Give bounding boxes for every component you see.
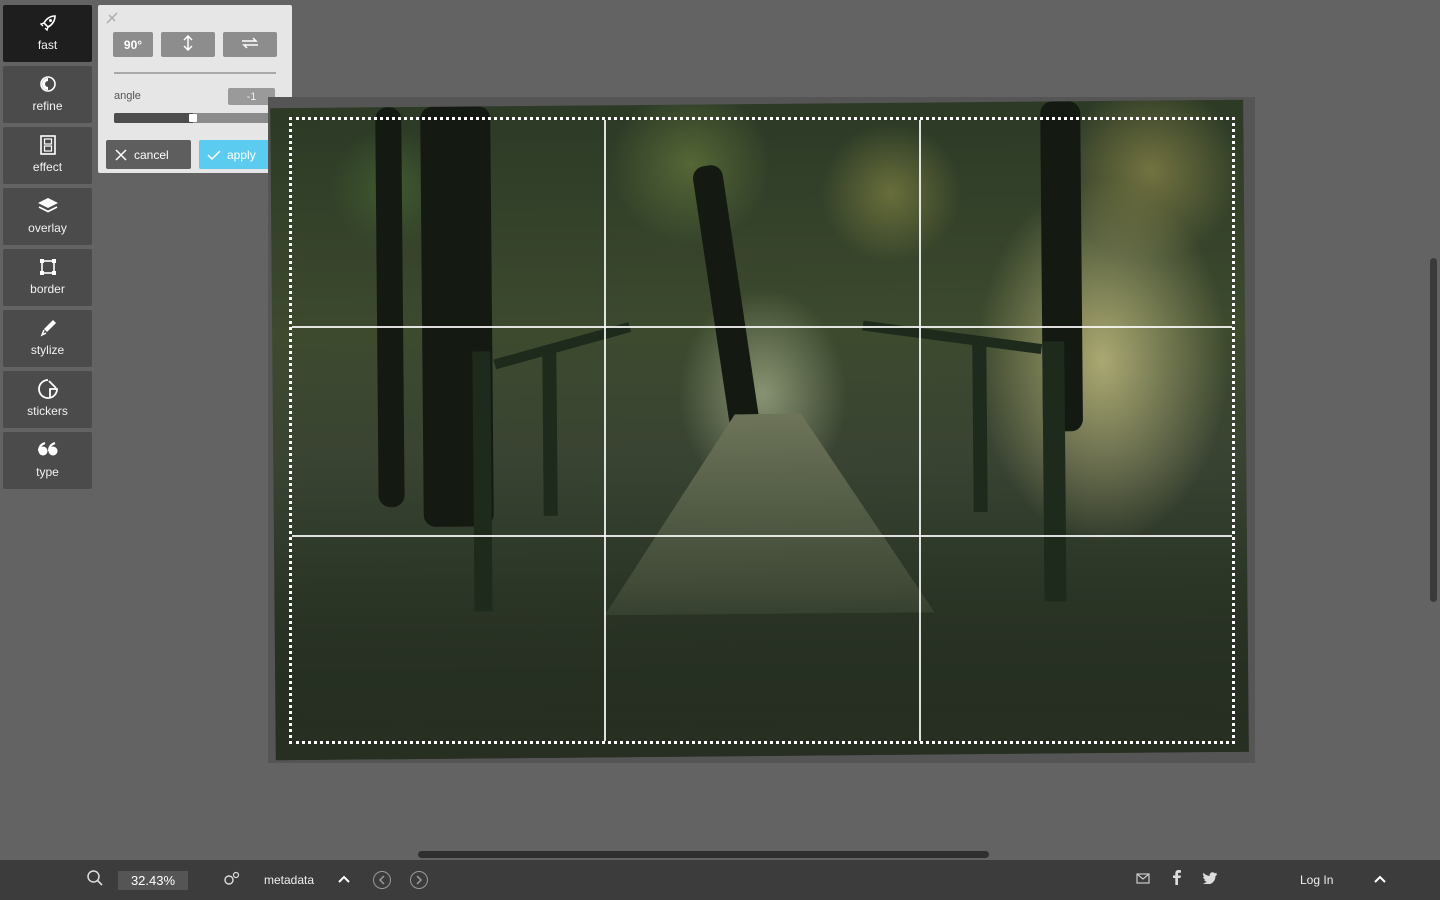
- brush-icon: [37, 317, 59, 339]
- metadata-toggle[interactable]: [337, 860, 351, 900]
- panel-divider: [114, 72, 276, 74]
- zoom-value: 32.43%: [130, 873, 176, 888]
- login-label: Log In: [1300, 873, 1334, 887]
- rocket-icon: [37, 12, 59, 34]
- sticker-icon: [37, 378, 59, 400]
- facebook-share-button[interactable]: [1172, 860, 1181, 900]
- facebook-icon: [1172, 870, 1181, 890]
- tool-border[interactable]: border: [3, 249, 92, 306]
- angle-slider-thumb[interactable]: [188, 114, 197, 122]
- check-icon: [201, 149, 227, 161]
- border-icon: [37, 256, 59, 278]
- tool-sidebar: fast refine effect overlay border styliz…: [3, 5, 92, 493]
- rotate-panel: 90° angle -1 cancel apply: [98, 5, 292, 173]
- zoom-level[interactable]: 32.43%: [118, 871, 188, 890]
- film-icon: [37, 134, 59, 156]
- bottom-bar: 32.43% metadata Log In: [0, 860, 1440, 900]
- cancel-button[interactable]: cancel: [106, 140, 191, 169]
- layers-icon: [37, 195, 59, 217]
- gender-icon: [223, 870, 241, 891]
- rotate-90-button[interactable]: 90°: [113, 32, 153, 57]
- tool-type[interactable]: type: [3, 432, 92, 489]
- tool-label: type: [36, 465, 59, 479]
- close-icon: [108, 148, 134, 161]
- collapse-footer-button[interactable]: [1373, 860, 1387, 900]
- login-link[interactable]: Log In: [1300, 860, 1333, 900]
- tool-label: border: [30, 282, 65, 296]
- twitter-icon: [1203, 871, 1217, 889]
- apply-label: apply: [227, 147, 256, 162]
- tool-refine[interactable]: refine: [3, 66, 92, 123]
- redo-button[interactable]: [410, 860, 428, 900]
- mail-icon: [1136, 871, 1150, 889]
- crop-grid-line: [292, 326, 1232, 328]
- tool-label: fast: [37, 38, 58, 52]
- email-share-button[interactable]: [1136, 860, 1150, 900]
- chevron-right-icon: [410, 871, 428, 889]
- tool-label: effect: [32, 160, 63, 174]
- twitter-share-button[interactable]: [1203, 860, 1217, 900]
- flip-vertical-icon: [182, 34, 194, 54]
- horizontal-scrollbar[interactable]: [418, 851, 989, 858]
- undo-button[interactable]: [373, 860, 391, 900]
- chevron-up-icon: [1373, 871, 1387, 889]
- tool-label: stylize: [30, 343, 65, 357]
- tool-label: refine: [32, 99, 63, 113]
- tool-effect[interactable]: effect: [3, 127, 92, 184]
- tool-stickers[interactable]: stickers: [3, 371, 92, 428]
- rotate-90-label: 90°: [123, 37, 143, 52]
- angle-value: -1: [246, 90, 257, 103]
- crop-frame[interactable]: [289, 117, 1235, 744]
- crop-grid-line: [919, 120, 921, 741]
- tool-stylize[interactable]: stylize: [3, 310, 92, 367]
- cancel-label: cancel: [134, 147, 169, 162]
- tool-label: stickers: [27, 404, 68, 418]
- magnifier-icon: [86, 869, 104, 892]
- flip-vertical-button[interactable]: [161, 32, 215, 57]
- refine-icon: [37, 73, 59, 95]
- flip-horizontal-icon: [241, 37, 259, 52]
- gender-filter-button[interactable]: [223, 860, 241, 900]
- chevron-left-icon: [373, 871, 391, 889]
- metadata-label: metadata: [264, 873, 315, 887]
- angle-slider-fill: [114, 113, 193, 123]
- angle-slider[interactable]: [114, 113, 275, 123]
- flip-horizontal-button[interactable]: [223, 32, 277, 57]
- vertical-scrollbar[interactable]: [1430, 258, 1437, 602]
- tool-fast[interactable]: fast: [3, 5, 92, 62]
- zoom-button[interactable]: [86, 860, 104, 900]
- chevron-up-icon: [337, 871, 351, 889]
- tool-label: overlay: [28, 221, 67, 235]
- metadata-button[interactable]: metadata: [264, 860, 314, 900]
- angle-label: angle: [114, 90, 141, 102]
- tool-overlay[interactable]: overlay: [3, 188, 92, 245]
- collapse-icon[interactable]: [105, 11, 119, 25]
- crop-grid-line: [292, 535, 1232, 537]
- crop-grid-line: [604, 120, 606, 741]
- quote-icon: [37, 439, 59, 461]
